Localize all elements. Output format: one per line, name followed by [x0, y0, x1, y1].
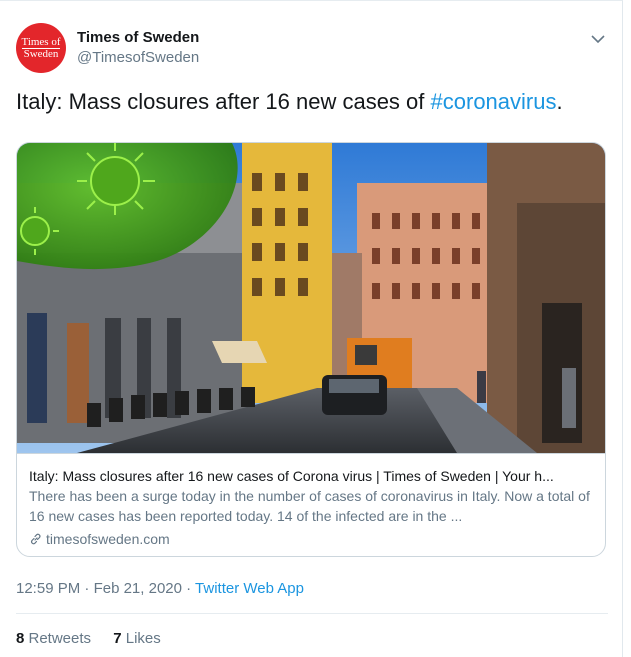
card-body[interactable]: Italy: Mass closures after 16 new cases …: [17, 453, 605, 556]
hashtag-link[interactable]: #coronavirus: [431, 89, 557, 114]
card-image[interactable]: [17, 143, 605, 453]
avatar[interactable]: Times of Sweden: [16, 23, 66, 73]
author-names[interactable]: Times of Sweden @TimesofSweden: [77, 28, 199, 68]
card-domain[interactable]: timesofsweden.com: [29, 529, 595, 549]
retweets-label: Retweets: [24, 630, 92, 647]
tweet-time[interactable]: 12:59 PM: [16, 580, 80, 597]
tweet-stats: 8 Retweets 7 Likes: [16, 629, 179, 649]
likes-label: Likes: [121, 630, 161, 647]
tweet: Times of Sweden Times of Sweden @Timesof…: [0, 0, 623, 657]
tweet-text-end: .: [556, 89, 563, 114]
display-name[interactable]: Times of Sweden: [77, 28, 199, 48]
likes-count: 7: [113, 630, 122, 647]
card-title[interactable]: Italy: Mass closures after 16 new cases …: [29, 466, 595, 486]
tweet-meta: 12:59 PM · Feb 21, 2020 · Twitter Web Ap…: [16, 579, 304, 599]
meta-separator-2: ·: [181, 580, 196, 597]
tweet-text-body: Italy: Mass closures after 16 new cases …: [16, 89, 431, 114]
source-app-link[interactable]: Twitter Web App: [195, 580, 304, 597]
more-options-button[interactable]: [588, 29, 608, 49]
meta-separator: ·: [80, 580, 94, 597]
link-card[interactable]: Italy: Mass closures after 16 new cases …: [16, 142, 606, 557]
street-photo: [17, 143, 605, 453]
link-icon: [31, 533, 41, 545]
avatar-logo-text: Times of: [21, 36, 61, 48]
tweet-text: Italy: Mass closures after 16 new cases …: [16, 87, 608, 117]
avatar-logo-text-2: Sweden: [23, 48, 59, 60]
retweets-stat[interactable]: 8 Retweets: [16, 630, 91, 647]
chevron-down-icon: [591, 34, 605, 43]
tweet-header: Times of Sweden Times of Sweden @Timesof…: [16, 23, 608, 75]
tweet-date[interactable]: Feb 21, 2020: [94, 580, 182, 597]
likes-stat[interactable]: 7 Likes: [113, 630, 161, 647]
divider: [16, 613, 608, 614]
card-domain-text[interactable]: timesofsweden.com: [46, 529, 170, 549]
user-handle[interactable]: @TimesofSweden: [77, 48, 199, 68]
card-description: There has been a surge today in the numb…: [29, 488, 590, 524]
